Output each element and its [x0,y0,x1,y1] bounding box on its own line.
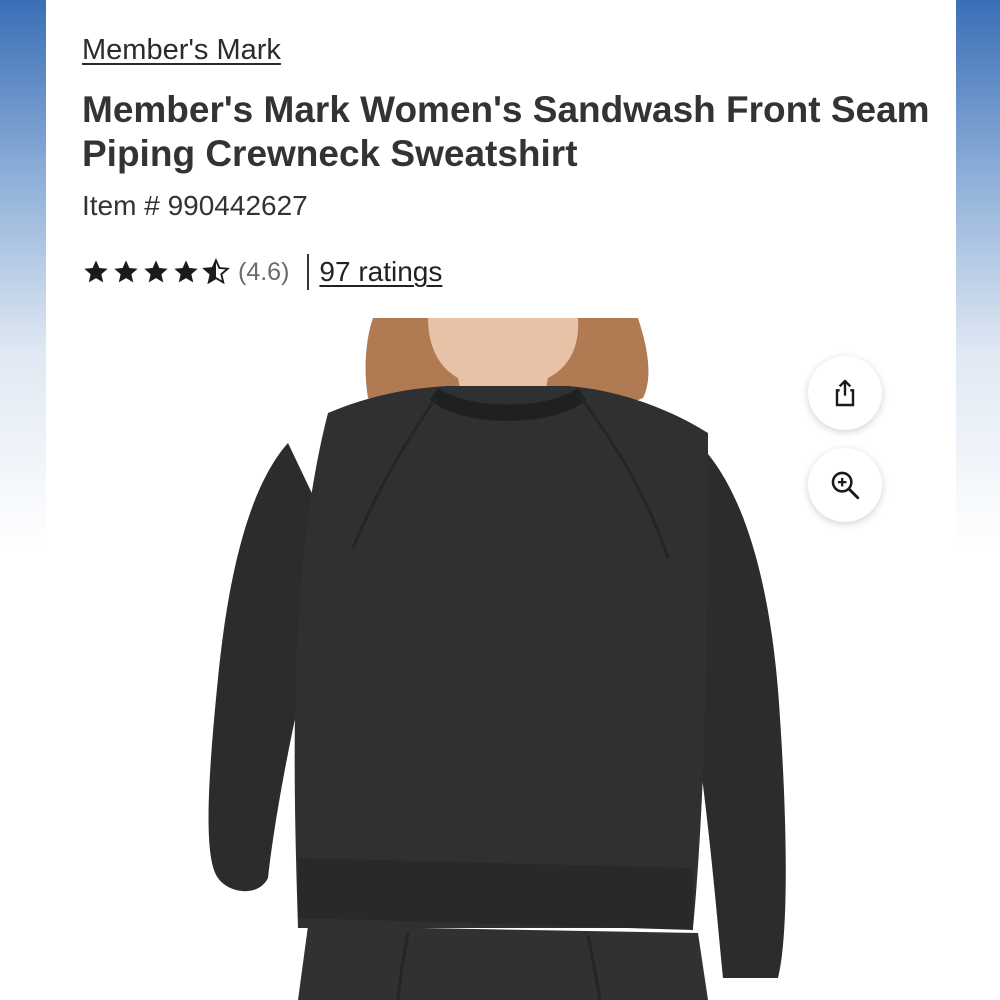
rating-divider [307,254,310,290]
right-background-strip [956,0,1000,1000]
brand-link[interactable]: Member's Mark [82,34,281,67]
sweatshirt-illustration [208,318,786,1000]
star-full-icon [84,260,108,283]
item-number: Item # 990442627 [82,190,308,221]
rating-average: (4.6) [238,257,290,286]
star-full-icon [174,260,198,283]
star-full-icon [144,260,168,283]
product-page: Member's Mark Member's Mark Women's Sand… [46,0,956,1000]
share-icon [835,379,855,407]
zoom-in-icon [831,471,860,500]
star-full-icon [114,260,138,283]
left-background-strip [0,0,46,1000]
share-button[interactable] [808,356,882,430]
rating-row: (4.6) 97 ratings [82,252,442,292]
product-image[interactable] [148,318,788,1000]
ratings-count-link[interactable]: 97 ratings [319,256,442,288]
star-rating [82,258,230,286]
product-title: Member's Mark Women's Sandwash Front Sea… [82,89,930,174]
star-half-icon [202,258,230,285]
zoom-button[interactable] [808,448,882,522]
